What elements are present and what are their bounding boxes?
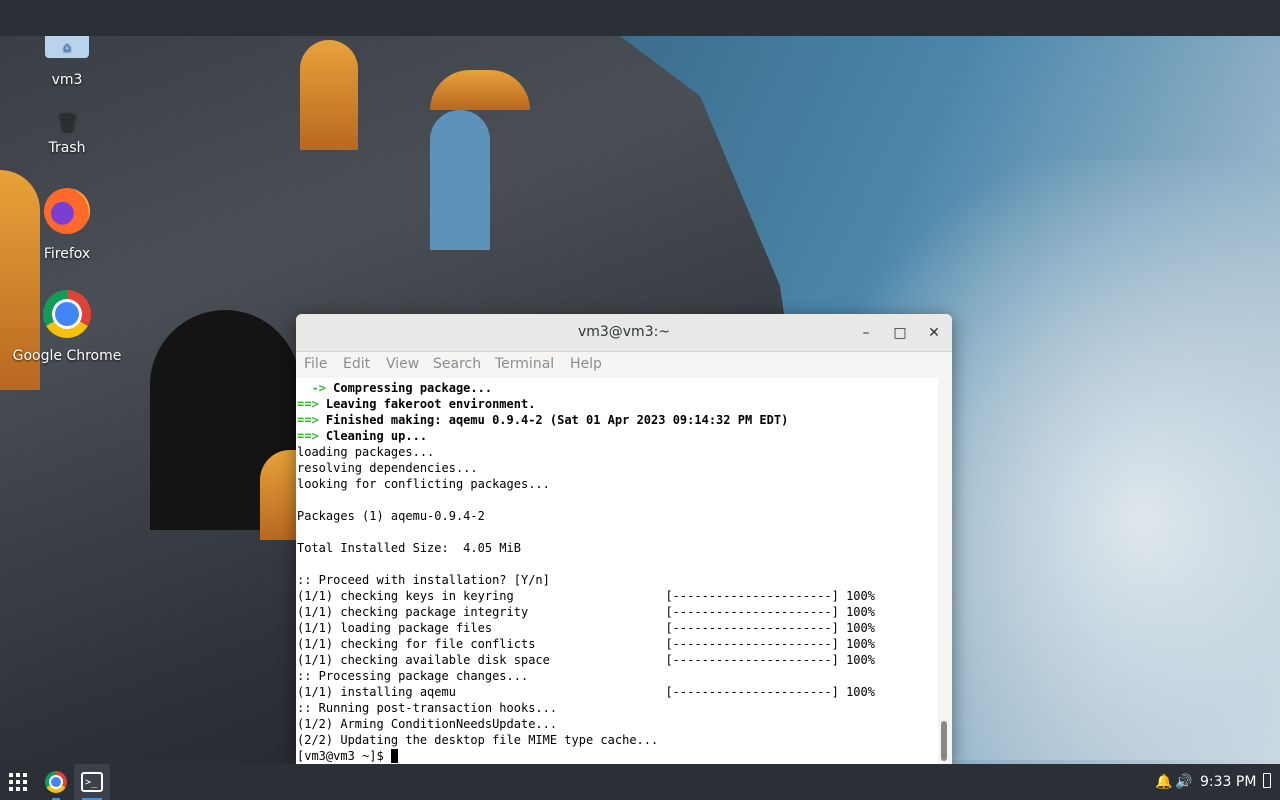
line-text: Total Installed Size: 4.05 MiB	[297, 541, 521, 555]
menu-edit[interactable]: Edit	[343, 356, 370, 372]
line-text: loading packages...	[297, 445, 435, 459]
line-prefix: ==>	[297, 429, 319, 443]
menu-search[interactable]: Search	[433, 356, 481, 372]
line-text: (1/2) Arming ConditionNeedsUpdate...	[297, 717, 558, 731]
terminal-line: -> Compressing package...	[297, 380, 492, 396]
terminal-line: loading packages...	[297, 444, 434, 460]
line-text: :: Proceed with installation? [Y/n]	[297, 573, 550, 587]
wallpaper-arch-sky	[430, 110, 490, 250]
terminal-line: :: Processing package changes...	[297, 668, 528, 684]
terminal-titlebar[interactable]: vm3@vm3:~ – □ ✕	[296, 314, 952, 352]
desktop-icon-label: vm3	[51, 72, 83, 88]
line-text: (1/1) checking for file conflicts [-----…	[297, 637, 875, 651]
maximize-icon: □	[893, 325, 907, 341]
line-text: Leaving fakeroot environment.	[318, 397, 536, 411]
volume-icon: 🔊	[1175, 774, 1193, 790]
terminal-line: ==> Finished making: aqemu 0.9.4-2 (Sat …	[297, 412, 788, 428]
prompt-text: [vm3@vm3 ~]$	[297, 749, 391, 763]
desktop-icon-home[interactable]: ⌂ vm3	[7, 36, 127, 88]
terminal-line: (1/1) checking available disk space [---…	[297, 652, 875, 668]
taskbar-chrome-button[interactable]	[38, 764, 74, 800]
line-text: (2/2) Updating the desktop file MIME typ…	[297, 733, 659, 747]
menu-view[interactable]: View	[386, 356, 419, 372]
trash-icon: 🗑	[56, 112, 79, 133]
minimize-icon: –	[862, 325, 870, 341]
terminal-line: ==> Leaving fakeroot environment.	[297, 396, 535, 412]
desktop-icon-label: Google Chrome	[12, 348, 122, 364]
line-text: Finished making: aqemu 0.9.4-2 (Sat 01 A…	[318, 413, 789, 427]
desktop-icon-chrome[interactable]: Google Chrome	[7, 290, 127, 364]
terminal-scrollbar[interactable]	[938, 378, 952, 764]
wallpaper-arch-lit	[260, 450, 296, 540]
line-text: (1/1) checking keys in keyring [--------…	[297, 589, 875, 603]
bell-icon: 🔔	[1155, 774, 1173, 790]
line-text: (1/1) installing aqemu [----------------…	[297, 685, 875, 699]
firefox-icon	[44, 188, 90, 234]
terminal-line: (1/1) checking package integrity [------…	[297, 604, 875, 620]
app-launcher-button[interactable]	[0, 764, 36, 800]
line-text: Cleaning up...	[318, 429, 428, 443]
terminal-line: (1/1) checking keys in keyring [--------…	[297, 588, 875, 604]
terminal-prompt[interactable]: [vm3@vm3 ~]$	[297, 748, 398, 764]
menu-file[interactable]: File	[304, 356, 327, 372]
desktop-icon-label: Trash	[48, 140, 86, 156]
terminal-line: Total Installed Size: 4.05 MiB	[297, 540, 521, 556]
menu-terminal[interactable]: Terminal	[495, 356, 554, 372]
terminal-line: resolving dependencies...	[297, 460, 478, 476]
terminal-line: :: Running post-transaction hooks...	[297, 700, 557, 716]
terminal-icon: >_	[81, 772, 103, 792]
terminal-line: (2/2) Updating the desktop file MIME typ…	[297, 732, 658, 748]
maximize-button[interactable]: □	[889, 322, 911, 344]
battery-button[interactable]	[1263, 764, 1271, 800]
line-text: (1/1) loading package files [-----------…	[297, 621, 875, 635]
terminal-line: :: Proceed with installation? [Y/n]	[297, 572, 550, 588]
line-text: (1/1) checking package integrity [------…	[297, 605, 875, 619]
terminal-output[interactable]: -> Compressing package... ==> Leaving fak…	[296, 378, 938, 764]
line-text: :: Running post-transaction hooks...	[297, 701, 558, 715]
terminal-line: looking for conflicting packages...	[297, 476, 550, 492]
terminal-menubar: File Edit View Search Terminal Help	[296, 352, 952, 379]
line-text: looking for conflicting packages...	[297, 477, 550, 491]
line-text: resolving dependencies...	[297, 461, 478, 475]
apps-grid-icon	[9, 773, 27, 791]
window-title: vm3@vm3:~	[577, 324, 671, 340]
line-prefix: ==>	[297, 397, 319, 411]
line-text: Compressing package...	[325, 381, 493, 395]
scrollbar-thumb[interactable]	[941, 721, 947, 761]
terminal-line: (1/1) loading package files [-----------…	[297, 620, 875, 636]
desktop-icon-trash[interactable]: 🗑 Trash	[7, 112, 127, 156]
desktop-icon-firefox[interactable]: Firefox	[7, 188, 127, 262]
terminal-line: ==> Cleaning up...	[297, 428, 427, 444]
line-prefix: ->	[297, 381, 326, 395]
clock[interactable]: 9:33 PM	[1200, 764, 1256, 800]
close-icon: ✕	[928, 325, 940, 341]
chrome-icon	[43, 290, 91, 338]
terminal-line: (1/1) checking for file conflicts [-----…	[297, 636, 875, 652]
close-button[interactable]: ✕	[923, 322, 945, 344]
terminal-line: Packages (1) aqemu-0.9.4-2	[297, 508, 485, 524]
taskbar-terminal-button[interactable]: >_	[74, 764, 110, 800]
home-folder-icon: ⌂	[45, 36, 89, 58]
terminal-window[interactable]: vm3@vm3:~ – □ ✕ File Edit View Search Te…	[296, 314, 952, 764]
line-prefix: ==>	[297, 413, 319, 427]
line-text: (1/1) checking available disk space [---…	[297, 653, 875, 667]
terminal-line: (1/2) Arming ConditionNeedsUpdate...	[297, 716, 557, 732]
taskbar: >_ 🔔 🔊 9:33 PM	[0, 764, 1280, 800]
chrome-icon	[45, 771, 67, 793]
text-cursor	[390, 749, 398, 763]
battery-icon	[1263, 773, 1271, 788]
notifications-button[interactable]: 🔔	[1155, 764, 1172, 800]
line-text: Packages (1) aqemu-0.9.4-2	[297, 509, 485, 523]
volume-button[interactable]: 🔊	[1175, 764, 1192, 800]
top-panel	[0, 0, 1280, 36]
line-text: :: Processing package changes...	[297, 669, 529, 683]
menu-help[interactable]: Help	[570, 356, 602, 372]
terminal-line: (1/1) installing aqemu [----------------…	[297, 684, 875, 700]
minimize-button[interactable]: –	[855, 322, 877, 344]
wallpaper-arch-lit	[300, 40, 358, 150]
desktop-icon-label: Firefox	[43, 246, 91, 262]
